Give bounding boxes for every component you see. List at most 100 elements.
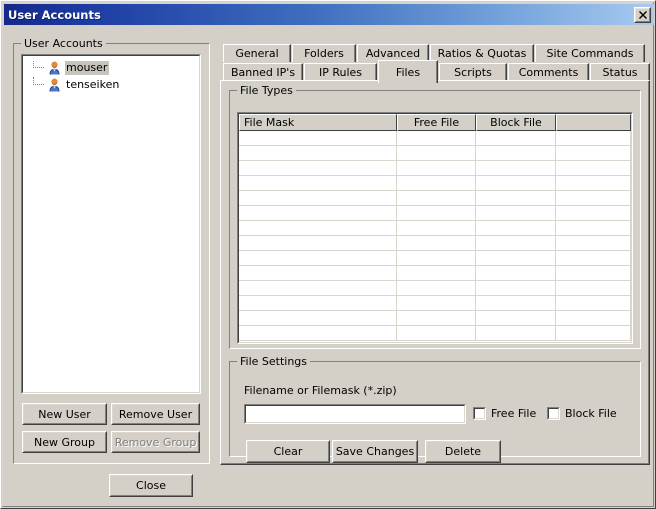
tab-status-label: Status bbox=[602, 66, 638, 79]
file-types-header-row: File Mask Free File Block File bbox=[239, 114, 631, 131]
user-icon-glyph bbox=[49, 78, 60, 91]
tab-ip-rules-label: IP Rules bbox=[318, 66, 363, 79]
table-cell bbox=[239, 266, 397, 280]
tab-scripts-label: Scripts bbox=[454, 66, 492, 79]
table-cell bbox=[476, 326, 556, 340]
filemask-input-wrapper bbox=[244, 404, 466, 424]
column-header-block-file[interactable]: Block File bbox=[476, 114, 556, 131]
table-cell bbox=[239, 161, 397, 175]
block-file-checkbox[interactable] bbox=[547, 407, 560, 420]
tab-folders[interactable]: Folders bbox=[292, 44, 356, 62]
table-row[interactable] bbox=[239, 131, 631, 146]
remove-user-button[interactable]: Remove User bbox=[111, 403, 200, 425]
table-row[interactable] bbox=[239, 221, 631, 236]
table-row[interactable] bbox=[239, 281, 631, 296]
table-cell bbox=[397, 191, 476, 205]
table-cell bbox=[476, 311, 556, 325]
table-cell bbox=[239, 236, 397, 250]
table-row[interactable] bbox=[239, 206, 631, 221]
tab-scripts[interactable]: Scripts bbox=[439, 63, 507, 81]
tree-item-tenseiken[interactable]: tenseiken bbox=[23, 76, 199, 93]
table-cell bbox=[476, 281, 556, 295]
tab-general[interactable]: General bbox=[223, 44, 291, 62]
user-accounts-dialog: User Accounts User Accounts mouser tense… bbox=[0, 0, 656, 509]
remove-group-button[interactable]: Remove Group bbox=[111, 431, 200, 453]
table-cell bbox=[397, 176, 476, 190]
filemask-input[interactable] bbox=[245, 405, 465, 423]
tab-banned-ips-label: Banned IP's bbox=[230, 66, 296, 79]
table-cell bbox=[556, 266, 631, 280]
close-window-button[interactable] bbox=[634, 6, 651, 23]
table-cell bbox=[397, 131, 476, 145]
block-file-checkbox-row[interactable]: Block File bbox=[547, 407, 617, 420]
tab-banned-ips[interactable]: Banned IP's bbox=[223, 63, 303, 81]
tree-item-mouser[interactable]: mouser bbox=[23, 59, 199, 76]
free-file-checkbox[interactable] bbox=[473, 407, 486, 420]
free-file-checkbox-label: Free File bbox=[491, 407, 537, 420]
column-header-free-file[interactable]: Free File bbox=[397, 114, 476, 131]
table-row[interactable] bbox=[239, 176, 631, 191]
column-header-free-file-label: Free File bbox=[413, 116, 460, 129]
table-cell bbox=[476, 251, 556, 265]
table-cell bbox=[476, 146, 556, 160]
close-icon bbox=[635, 8, 650, 22]
tab-ip-rules[interactable]: IP Rules bbox=[304, 63, 377, 81]
tab-advanced-label: Advanced bbox=[365, 47, 421, 60]
table-cell bbox=[556, 326, 631, 340]
free-file-checkbox-row[interactable]: Free File bbox=[473, 407, 536, 420]
user-accounts-tree-inner: mouser tenseiken bbox=[22, 55, 200, 393]
column-header-file-mask[interactable]: File Mask bbox=[239, 114, 397, 131]
new-group-button[interactable]: New Group bbox=[22, 431, 107, 453]
table-cell bbox=[556, 131, 631, 145]
close-dialog-button[interactable]: Close bbox=[109, 474, 193, 497]
file-types-body[interactable] bbox=[239, 131, 631, 341]
table-cell bbox=[397, 236, 476, 250]
tab-folders-label: Folders bbox=[304, 47, 344, 60]
table-row[interactable] bbox=[239, 146, 631, 161]
user-accounts-tree[interactable]: mouser tenseiken bbox=[21, 54, 201, 394]
new-user-button[interactable]: New User bbox=[22, 403, 107, 425]
column-header-block-file-label: Block File bbox=[490, 116, 542, 129]
tab-files[interactable]: Files bbox=[378, 60, 438, 83]
table-cell bbox=[476, 131, 556, 145]
table-cell bbox=[556, 281, 631, 295]
table-row[interactable] bbox=[239, 191, 631, 206]
table-row[interactable] bbox=[239, 326, 631, 341]
delete-button-label: Delete bbox=[444, 445, 482, 458]
table-cell bbox=[556, 176, 631, 190]
file-types-list-inner: File Mask Free File Block File bbox=[238, 113, 632, 343]
clear-button[interactable]: Clear bbox=[246, 440, 330, 463]
file-types-list[interactable]: File Mask Free File Block File bbox=[237, 112, 633, 344]
tab-ratios-quotas-label: Ratios & Quotas bbox=[437, 47, 527, 60]
table-row[interactable] bbox=[239, 251, 631, 266]
table-cell bbox=[397, 251, 476, 265]
table-cell bbox=[476, 206, 556, 220]
table-row[interactable] bbox=[239, 311, 631, 326]
title-bar: User Accounts bbox=[4, 4, 654, 25]
delete-button[interactable]: Delete bbox=[425, 440, 501, 463]
tab-site-commands[interactable]: Site Commands bbox=[535, 44, 645, 62]
table-row[interactable] bbox=[239, 161, 631, 176]
file-settings-group-legend: File Settings bbox=[237, 355, 311, 368]
column-header-file-mask-label: File Mask bbox=[244, 116, 295, 129]
table-cell bbox=[476, 176, 556, 190]
table-cell bbox=[476, 221, 556, 235]
column-header-extra[interactable] bbox=[556, 114, 631, 131]
tab-files-label: Files bbox=[395, 65, 421, 79]
table-cell bbox=[239, 176, 397, 190]
window-title: User Accounts bbox=[8, 7, 101, 22]
tab-status[interactable]: Status bbox=[590, 63, 650, 81]
table-row[interactable] bbox=[239, 236, 631, 251]
tab-comments[interactable]: Comments bbox=[508, 63, 589, 81]
new-user-button-label: New User bbox=[38, 407, 91, 421]
table-cell bbox=[239, 191, 397, 205]
save-changes-button[interactable]: Save Changes bbox=[332, 440, 418, 463]
close-dialog-button-label: Close bbox=[136, 479, 166, 492]
table-cell bbox=[476, 296, 556, 310]
tab-site-commands-label: Site Commands bbox=[546, 47, 634, 60]
tab-general-label: General bbox=[235, 47, 279, 60]
tab-ratios-quotas[interactable]: Ratios & Quotas bbox=[430, 44, 534, 62]
table-row[interactable] bbox=[239, 266, 631, 281]
table-row[interactable] bbox=[239, 296, 631, 311]
table-cell bbox=[239, 251, 397, 265]
